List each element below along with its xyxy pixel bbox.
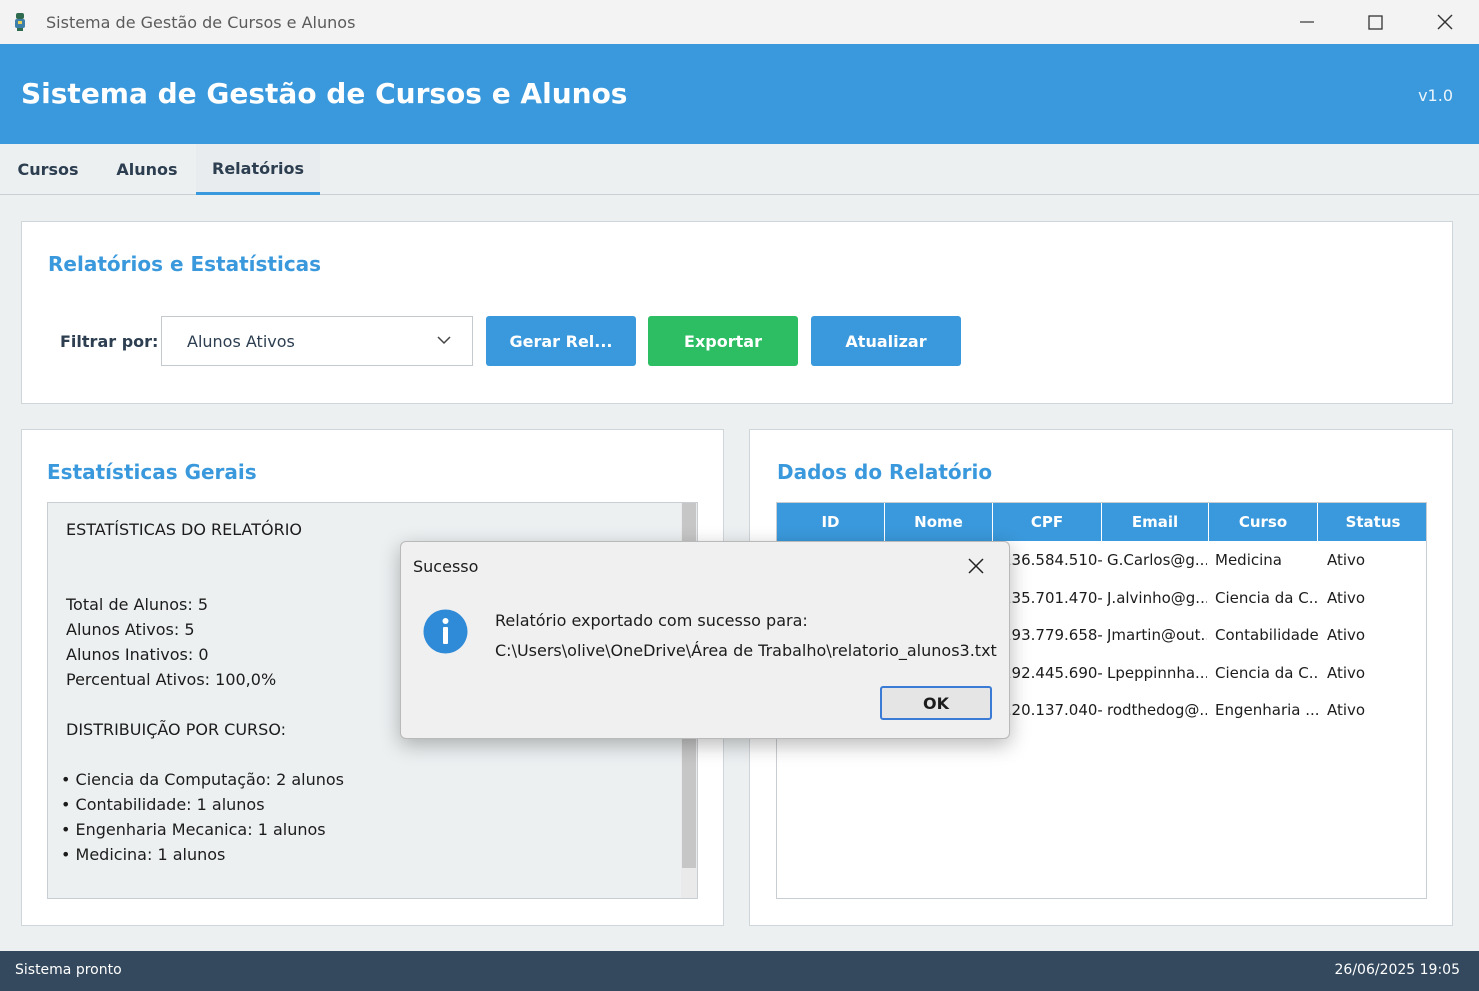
column-header-nome[interactable]: Nome	[885, 503, 993, 541]
data-panel-title: Dados do Relatório	[777, 460, 993, 484]
stats-distribution-heading: DISTRIBUIÇÃO POR CURSO:	[66, 720, 287, 739]
cell-curso: Medicina	[1215, 551, 1282, 569]
cell-email: Jmartin@out...	[1107, 626, 1207, 644]
close-icon	[1437, 14, 1452, 30]
minimize-button[interactable]	[1272, 0, 1341, 44]
column-header-id[interactable]: ID	[777, 503, 885, 541]
cell-cpf: 193.779.658-...	[1002, 626, 1102, 644]
tab-cursos[interactable]: Cursos	[0, 144, 96, 195]
cell-cpf: 120.137.040-...	[1002, 701, 1102, 719]
close-window-button[interactable]	[1410, 0, 1479, 44]
app-header: Sistema de Gestão de Cursos e Alunos v1.…	[0, 44, 1479, 144]
status-datetime: 26/06/2025 19:05	[1334, 962, 1461, 978]
window-controls	[1272, 0, 1479, 44]
maximize-icon	[1368, 14, 1383, 30]
stats-course-item: • Engenharia Mecanica: 1 alunos	[61, 820, 326, 839]
stats-course-item: • Medicina: 1 alunos	[61, 845, 226, 864]
stats-inactive: Alunos Inativos: 0	[66, 645, 209, 664]
cell-cpf: 135.701.470-...	[1002, 589, 1102, 607]
cell-email: Lpeppinnha...	[1107, 664, 1207, 682]
maximize-button[interactable]	[1341, 0, 1410, 44]
window-title: Sistema de Gestão de Cursos e Alunos	[46, 12, 356, 32]
dialog-message-line1: Relatório exportado com sucesso para:	[495, 611, 808, 630]
filter-select[interactable]: Alunos Ativos	[161, 316, 473, 366]
minimize-icon	[1299, 21, 1314, 23]
cell-email: rodthedog@...	[1107, 701, 1207, 719]
close-icon	[968, 558, 984, 574]
cell-curso: Contabilidade	[1215, 626, 1318, 644]
app-icon	[15, 13, 25, 31]
dialog-title: Sucesso	[413, 557, 479, 576]
refresh-button[interactable]: Atualizar	[811, 316, 961, 366]
stats-active: Alunos Ativos: 5	[66, 620, 195, 639]
generate-report-button[interactable]: Gerar Rel...	[486, 316, 636, 366]
stats-total: Total de Alunos: 5	[66, 595, 208, 614]
cell-status: Ativo	[1327, 589, 1366, 607]
cell-status: Ativo	[1327, 551, 1366, 569]
cell-email: J.alvinho@g...	[1107, 589, 1207, 607]
filter-label: Filtrar por:	[60, 332, 159, 351]
tab-bar: Cursos Alunos Relatórios	[0, 144, 1479, 195]
tab-relatorios[interactable]: Relatórios	[196, 144, 320, 195]
cell-email: G.Carlos@g...	[1107, 551, 1207, 569]
column-header-curso[interactable]: Curso	[1209, 503, 1318, 541]
status-text: Sistema pronto	[15, 962, 122, 978]
filter-select-value: Alunos Ativos	[187, 332, 295, 351]
reports-panel: Relatórios e Estatísticas Filtrar por: A…	[21, 221, 1453, 404]
column-header-cpf[interactable]: CPF	[993, 503, 1102, 541]
tab-alunos[interactable]: Alunos	[98, 144, 196, 195]
chevron-down-icon	[437, 336, 451, 345]
ok-button[interactable]: OK	[880, 686, 992, 720]
info-icon	[423, 609, 468, 654]
stats-percent: Percentual Ativos: 100,0%	[66, 670, 277, 689]
reports-panel-title: Relatórios e Estatísticas	[48, 252, 322, 276]
app-title: Sistema de Gestão de Cursos e Alunos	[21, 77, 628, 110]
cell-status: Ativo	[1327, 626, 1366, 644]
app-version: v1.0	[1418, 86, 1453, 105]
cell-status: Ativo	[1327, 664, 1366, 682]
stats-panel-title: Estatísticas Gerais	[47, 460, 257, 484]
dialog-message-path: C:\Users\olive\OneDrive\Área de Trabalho…	[495, 641, 997, 660]
stats-course-item: • Contabilidade: 1 alunos	[61, 795, 265, 814]
status-bar: Sistema pronto 26/06/2025 19:05	[0, 951, 1479, 991]
cell-curso: Ciencia da C...	[1215, 589, 1318, 607]
cell-status: Ativo	[1327, 701, 1366, 719]
column-header-status[interactable]: Status	[1318, 503, 1426, 541]
success-dialog: Sucesso Relatório exportado com sucesso …	[400, 541, 1010, 739]
cell-curso: Engenharia ...	[1215, 701, 1318, 719]
export-button[interactable]: Exportar	[648, 316, 798, 366]
column-header-email[interactable]: Email	[1102, 503, 1209, 541]
stats-course-item: • Ciencia da Computação: 2 alunos	[61, 770, 345, 789]
cell-curso: Ciencia da C...	[1215, 664, 1318, 682]
cell-cpf: 192.445.690-...	[1002, 664, 1102, 682]
window-titlebar: Sistema de Gestão de Cursos e Alunos	[0, 0, 1479, 44]
dialog-close-button[interactable]	[961, 553, 991, 579]
cell-cpf: 136.584.510-...	[1002, 551, 1102, 569]
stats-heading: ESTATÍSTICAS DO RELATÓRIO	[66, 520, 303, 539]
